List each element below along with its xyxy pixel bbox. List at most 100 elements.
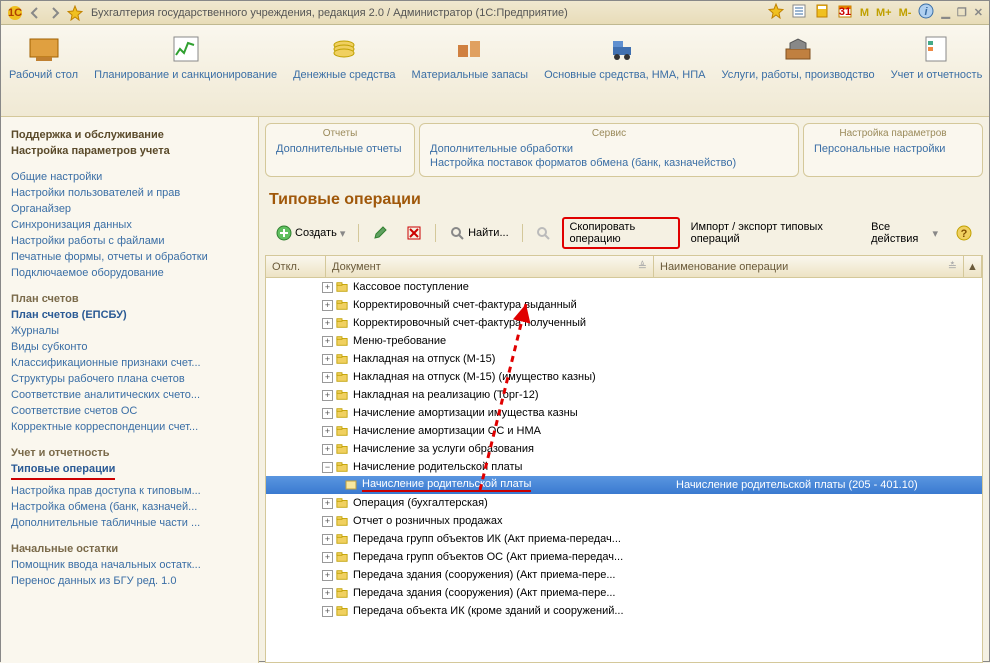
table-row[interactable]: +Отчет о розничных продажах	[266, 512, 982, 530]
th-off[interactable]: Откл.	[266, 256, 326, 277]
table-row[interactable]: +Передача групп объектов ИК (Акт приема-…	[266, 530, 982, 548]
calendar-icon[interactable]: 31	[835, 3, 855, 22]
expand-icon[interactable]: +	[322, 444, 333, 455]
sidebar-link[interactable]: Органайзер	[11, 201, 258, 217]
table-row[interactable]: +Начисление амортизации ОС и НМА	[266, 422, 982, 440]
sidebar-link[interactable]: Настройки пользователей и прав	[11, 185, 258, 201]
table-row[interactable]: +Операция (бухгалтерская)	[266, 494, 982, 512]
create-button[interactable]: Создать▾	[269, 221, 352, 245]
copy-operation-button[interactable]: Скопировать операцию	[562, 217, 679, 249]
sidebar-link[interactable]: Журналы	[11, 323, 258, 339]
table-row[interactable]: +Корректировочный счет-фактура полученны…	[266, 314, 982, 332]
expand-icon[interactable]: +	[322, 282, 333, 293]
table-row[interactable]: +Меню-требование	[266, 332, 982, 350]
th-name[interactable]: Наименование операции≛	[654, 256, 964, 277]
expand-icon[interactable]: +	[322, 498, 333, 509]
table-row[interactable]: +Начисление амортизации имущества казны	[266, 404, 982, 422]
sidebar-link[interactable]: Классификационные признаки счет...	[11, 355, 258, 371]
sidebar-head-params[interactable]: Настройка параметров учета	[11, 145, 258, 157]
ribbon-desktop[interactable]: Рабочий стол	[1, 25, 86, 116]
back-icon[interactable]	[27, 5, 43, 21]
table-row[interactable]: +Начисление за услуги образования	[266, 440, 982, 458]
sidebar-link[interactable]: Дополнительные табличные части ...	[11, 515, 258, 531]
doc-icon	[345, 479, 359, 491]
ribbon-reporting[interactable]: Учет и отчетность	[883, 25, 990, 116]
expand-icon[interactable]: +	[322, 516, 333, 527]
m-minus-btn[interactable]: M-	[897, 7, 914, 19]
restore-icon[interactable]: ❐	[955, 6, 969, 19]
panel-link[interactable]: Настройка поставок форматов обмена (банк…	[430, 156, 788, 170]
import-export-button[interactable]: Импорт / экспорт типовых операций	[684, 217, 857, 249]
svg-text:?: ?	[961, 228, 968, 240]
panel-link[interactable]: Дополнительные обработки	[430, 142, 788, 156]
expand-icon[interactable]: +	[322, 426, 333, 437]
expand-icon[interactable]: +	[322, 606, 333, 617]
table-row[interactable]: +Корректировочный счет-фактура выданный	[266, 296, 982, 314]
sidebar-link[interactable]: Корректные корреспонденции счет...	[11, 419, 258, 435]
expand-icon[interactable]: +	[322, 318, 333, 329]
m-plus-btn[interactable]: M+	[874, 7, 894, 19]
minimize-icon[interactable]: ▁	[939, 6, 951, 19]
close-icon[interactable]: ✕	[972, 6, 985, 19]
delete-button[interactable]	[399, 221, 429, 245]
table-row[interactable]: +Кассовое поступление	[266, 278, 982, 296]
table-row[interactable]: +Передача здания (сооружения) (Акт прием…	[266, 566, 982, 584]
calc-icon[interactable]	[812, 3, 832, 22]
expand-icon[interactable]: +	[322, 390, 333, 401]
expand-icon[interactable]: +	[322, 570, 333, 581]
help-button[interactable]: ?	[949, 221, 979, 245]
sidebar-link-active[interactable]: Типовые операции	[11, 461, 115, 480]
m-btn[interactable]: M	[858, 7, 871, 19]
table-row[interactable]: +Передача групп объектов ОС (Акт приема-…	[266, 548, 982, 566]
table-row[interactable]: +Накладная на отпуск (М-15)	[266, 350, 982, 368]
collapse-icon[interactable]: −	[322, 462, 333, 473]
fav-icon[interactable]	[766, 3, 786, 22]
table-row[interactable]: Начисление родительской платыНачисление …	[266, 476, 982, 494]
sidebar-link[interactable]: Подключаемое оборудование	[11, 265, 258, 281]
all-actions-button[interactable]: Все действия▾	[864, 217, 945, 249]
sidebar-link[interactable]: Перенос данных из БГУ ред. 1.0	[11, 573, 258, 589]
panel-link[interactable]: Персональные настройки	[814, 142, 972, 156]
sidebar-link[interactable]: Общие настройки	[11, 169, 258, 185]
sidebar-link[interactable]: Структуры рабочего плана счетов	[11, 371, 258, 387]
ribbon-materials[interactable]: Материальные запасы	[404, 25, 537, 116]
table-row[interactable]: +Накладная на отпуск (М-15) (имущество к…	[266, 368, 982, 386]
forward-icon[interactable]	[47, 5, 63, 21]
sidebar-link[interactable]: Соответствие счетов ОС	[11, 403, 258, 419]
expand-icon[interactable]: +	[322, 588, 333, 599]
sidebar-link[interactable]: Настройки работы с файлами	[11, 233, 258, 249]
panel-link[interactable]: Дополнительные отчеты	[276, 142, 404, 156]
expand-icon[interactable]: +	[322, 408, 333, 419]
sidebar-link[interactable]: Помощник ввода начальных остатк...	[11, 557, 258, 573]
sidebar-link[interactable]: Настройка прав доступа к типовым...	[11, 483, 258, 499]
expand-icon[interactable]: +	[322, 552, 333, 563]
expand-icon[interactable]: +	[322, 354, 333, 365]
table-row[interactable]: +Передача объекта ИК (кроме зданий и соо…	[266, 602, 982, 620]
table-row[interactable]: −Начисление родительской платы	[266, 458, 982, 476]
ribbon-services[interactable]: Услуги, работы, производство	[713, 25, 882, 116]
sidebar-link[interactable]: Синхронизация данных	[11, 217, 258, 233]
op-name: Начисление родительской платы (205 - 401…	[672, 479, 982, 491]
sidebar-head-support[interactable]: Поддержка и обслуживание	[11, 129, 258, 141]
table-row[interactable]: +Накладная на реализацию (Торг-12)	[266, 386, 982, 404]
expand-icon[interactable]: +	[322, 534, 333, 545]
ribbon-money[interactable]: Денежные средства	[285, 25, 403, 116]
info-icon[interactable]: i	[916, 3, 936, 22]
th-doc[interactable]: Документ≜	[326, 256, 654, 277]
ribbon-planning[interactable]: Планирование и санкционирование	[86, 25, 285, 116]
expand-icon[interactable]: +	[322, 372, 333, 383]
sidebar-link[interactable]: План счетов (ЕПСБУ)	[11, 307, 258, 323]
cancel-find-button[interactable]	[528, 221, 558, 245]
history-icon[interactable]	[789, 3, 809, 22]
star-icon[interactable]	[67, 5, 83, 21]
edit-button[interactable]	[365, 221, 395, 245]
sidebar-link[interactable]: Настройка обмена (банк, казначей...	[11, 499, 258, 515]
sidebar-link[interactable]: Печатные формы, отчеты и обработки	[11, 249, 258, 265]
expand-icon[interactable]: +	[322, 336, 333, 347]
expand-icon[interactable]: +	[322, 300, 333, 311]
sidebar-link[interactable]: Соответствие аналитических счето...	[11, 387, 258, 403]
ribbon-assets[interactable]: Основные средства, НМА, НПА	[536, 25, 713, 116]
table-row[interactable]: +Передача здания (сооружения) (Акт прием…	[266, 584, 982, 602]
find-button[interactable]: Найти...	[442, 221, 516, 245]
sidebar-link[interactable]: Виды субконто	[11, 339, 258, 355]
